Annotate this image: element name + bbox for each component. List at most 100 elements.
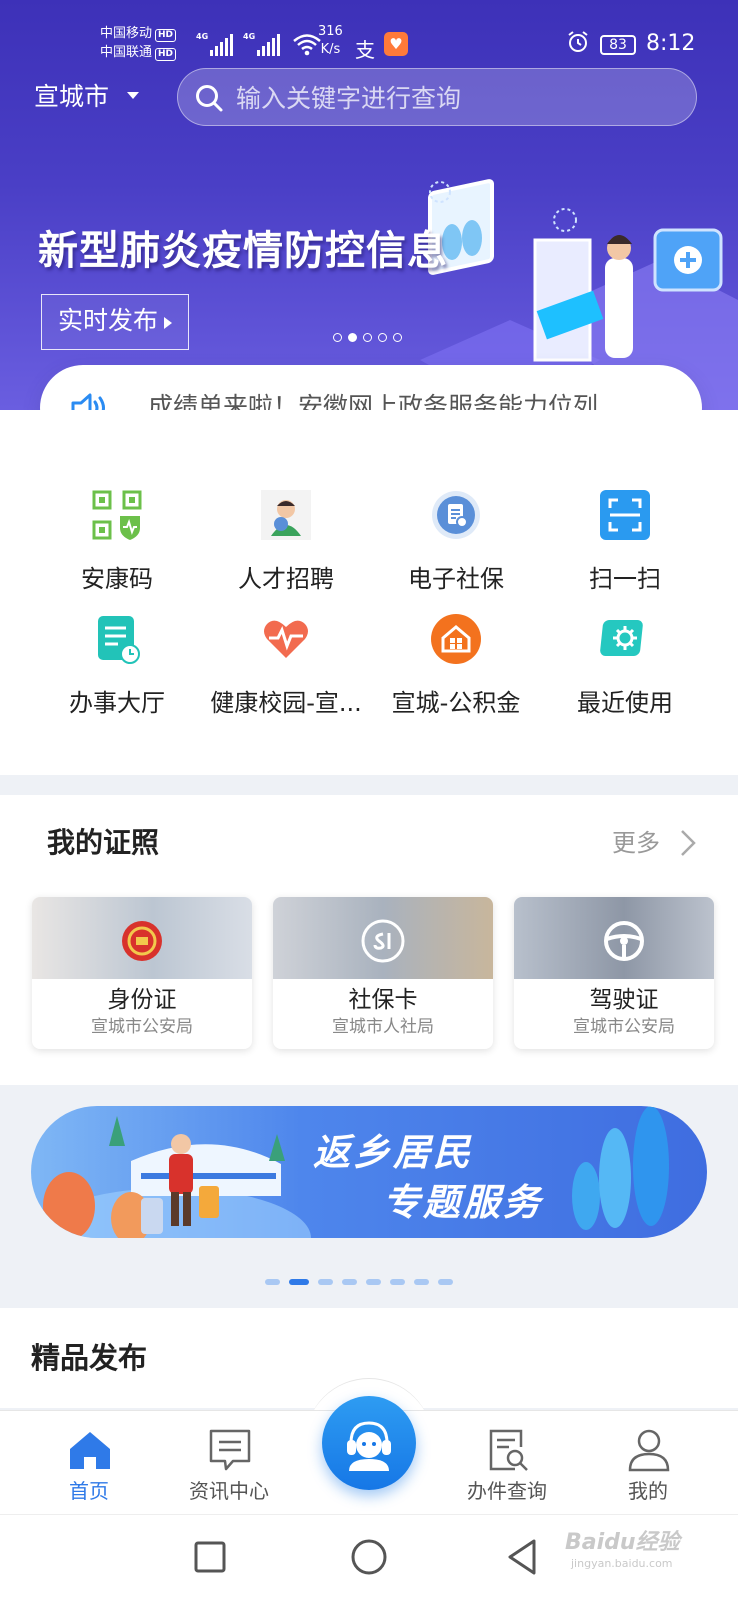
service-grid: 安康码 人才招聘 电子社保 扫一扫 办事大厅 健康校园-宣... 宣城-公积金 … <box>0 410 738 775</box>
carousel-dot[interactable] <box>289 1279 309 1285</box>
service-item-service-hall[interactable]: 办事大厅 <box>32 614 202 724</box>
back-button[interactable] <box>502 1535 546 1579</box>
realtime-release-label: 实时发布 <box>58 306 159 335</box>
chevron-down-icon[interactable] <box>127 92 139 99</box>
tab-home[interactable]: 首页 <box>24 1411 154 1515</box>
promo-carousel-dots[interactable] <box>265 1279 453 1285</box>
carousel-dot[interactable] <box>265 1279 280 1285</box>
license-org: 宣城市公安局 <box>573 1017 675 1037</box>
steering-wheel-icon <box>604 921 644 961</box>
play-arrow-icon <box>164 317 172 329</box>
service-label: 扫一扫 <box>589 565 661 593</box>
section-title: 精品发布 <box>31 1341 148 1375</box>
social-security-icon <box>432 491 480 539</box>
search-input[interactable] <box>236 79 676 117</box>
scan-icon <box>600 490 650 540</box>
home-icon <box>70 1432 110 1469</box>
license-name: 驾驶证 <box>589 987 659 1013</box>
housing-fund-icon <box>431 614 481 664</box>
speed-value: 316 <box>318 24 343 39</box>
service-item-ankang-code[interactable]: 安康码 <box>32 490 202 600</box>
status-bar: 中国移动 HD 中国联通 HD 4G 4G 316 K/s 支 ♥ 83 8:1… <box>0 18 738 68</box>
service-label: 办事大厅 <box>69 689 165 717</box>
health-app-icon: ♥ <box>384 32 408 56</box>
news-icon <box>209 1429 251 1471</box>
service-label: 人才招聘 <box>238 565 334 593</box>
national-emblem-icon <box>122 921 162 961</box>
heart-pulse-icon <box>264 620 308 658</box>
carousel-dot[interactable] <box>438 1279 453 1285</box>
service-label: 安康码 <box>81 565 153 593</box>
tab-case-query[interactable]: 办件查询 <box>442 1411 572 1515</box>
signal-indicators: 4G 4G <box>196 28 322 56</box>
search-icon <box>196 85 223 112</box>
query-doc-icon <box>489 1429 528 1471</box>
signal-icon: 4G <box>243 32 280 56</box>
carrier-info: 中国移动 HD 中国联通 HD <box>100 24 177 62</box>
service-item-e-social-security[interactable]: 电子社保 <box>371 490 541 600</box>
banner-title: 新型肺炎疫情防控信息 <box>38 228 448 274</box>
battery-indicator: 83 <box>600 35 636 55</box>
tab-mine[interactable]: 我的 <box>583 1411 713 1515</box>
alipay-icon: 支 <box>355 38 375 62</box>
service-label: 最近使用 <box>577 689 673 717</box>
license-card-social-security[interactable]: 社保卡 宣城市人社局 <box>273 897 493 1049</box>
carrier-1: 中国移动 <box>100 26 153 41</box>
tab-label: 首页 <box>69 1479 109 1503</box>
service-item-scan[interactable]: 扫一扫 <box>540 490 710 600</box>
carousel-dot[interactable] <box>348 333 357 342</box>
si-logo-icon <box>361 919 405 963</box>
network-speed: 316 K/s <box>318 23 343 59</box>
home-button[interactable] <box>347 1535 391 1579</box>
carousel-dot[interactable] <box>390 1279 405 1285</box>
service-item-housing-fund[interactable]: 宣城-公积金 <box>371 614 541 724</box>
tab-label: 办件查询 <box>467 1479 547 1503</box>
realtime-release-button[interactable]: 实时发布 <box>41 294 189 350</box>
customer-service-button[interactable] <box>322 1396 416 1490</box>
watermark-text: Baidu经验 <box>565 1530 680 1555</box>
service-item-healthy-campus[interactable]: 健康校园-宣... <box>201 614 371 724</box>
carousel-dot[interactable] <box>333 333 342 342</box>
license-org: 宣城市人社局 <box>332 1017 434 1037</box>
speed-unit: K/s <box>320 42 341 57</box>
hd-badge: HD <box>155 29 177 42</box>
carousel-dot[interactable] <box>366 1279 381 1285</box>
tab-label: 资讯中心 <box>189 1479 269 1503</box>
service-label: 电子社保 <box>408 565 504 593</box>
service-label: 宣城-公积金 <box>391 689 521 717</box>
my-licenses-section: 我的证照 更多 身份证 宣城市公安局 社保卡 宣城市人社局 驾驶证 宣城市公安局 <box>0 795 738 1085</box>
baidu-watermark: Baidu经验 jingyan.baidu.com <box>565 1529 680 1571</box>
network-type: 4G <box>196 32 209 41</box>
system-navigation-bar: Baidu经验 jingyan.baidu.com <box>0 1514 738 1600</box>
carousel-dot[interactable] <box>363 333 372 342</box>
tab-label: 我的 <box>628 1479 668 1503</box>
license-card-id[interactable]: 身份证 宣城市公安局 <box>32 897 252 1049</box>
carousel-dot[interactable] <box>342 1279 357 1285</box>
search-bar[interactable] <box>177 68 697 126</box>
clock: 8:12 <box>646 31 696 56</box>
chevron-right-icon[interactable] <box>680 829 696 857</box>
user-icon <box>628 1429 670 1472</box>
alarm-icon <box>568 31 588 52</box>
signal-icon: 4G <box>196 32 233 56</box>
customer-service-icon <box>347 1421 391 1471</box>
carousel-dot[interactable] <box>393 333 402 342</box>
city-selector[interactable]: 宣城市 <box>34 80 109 114</box>
service-hall-icon <box>98 616 140 664</box>
qr-health-code-icon <box>92 490 142 540</box>
banner-carousel-dots[interactable] <box>333 333 402 342</box>
service-item-recruitment[interactable]: 人才招聘 <box>201 490 371 600</box>
recent-apps-button[interactable] <box>188 1535 232 1579</box>
license-name: 社保卡 <box>348 987 418 1013</box>
promo-title-line2: 专题服务 <box>383 1181 543 1224</box>
carousel-dot[interactable] <box>414 1279 429 1285</box>
tab-news-center[interactable]: 资讯中心 <box>164 1411 294 1515</box>
recent-gear-icon <box>600 620 643 656</box>
more-link[interactable]: 更多 <box>612 825 660 861</box>
returnee-service-banner[interactable]: 返乡居民 专题服务 <box>31 1106 707 1238</box>
recruit-avatar-icon <box>261 490 311 540</box>
license-card-driving[interactable]: 驾驶证 宣城市公安局 <box>514 897 714 1049</box>
carousel-dot[interactable] <box>378 333 387 342</box>
service-item-recently-used[interactable]: 最近使用 <box>540 614 710 724</box>
carousel-dot[interactable] <box>318 1279 333 1285</box>
